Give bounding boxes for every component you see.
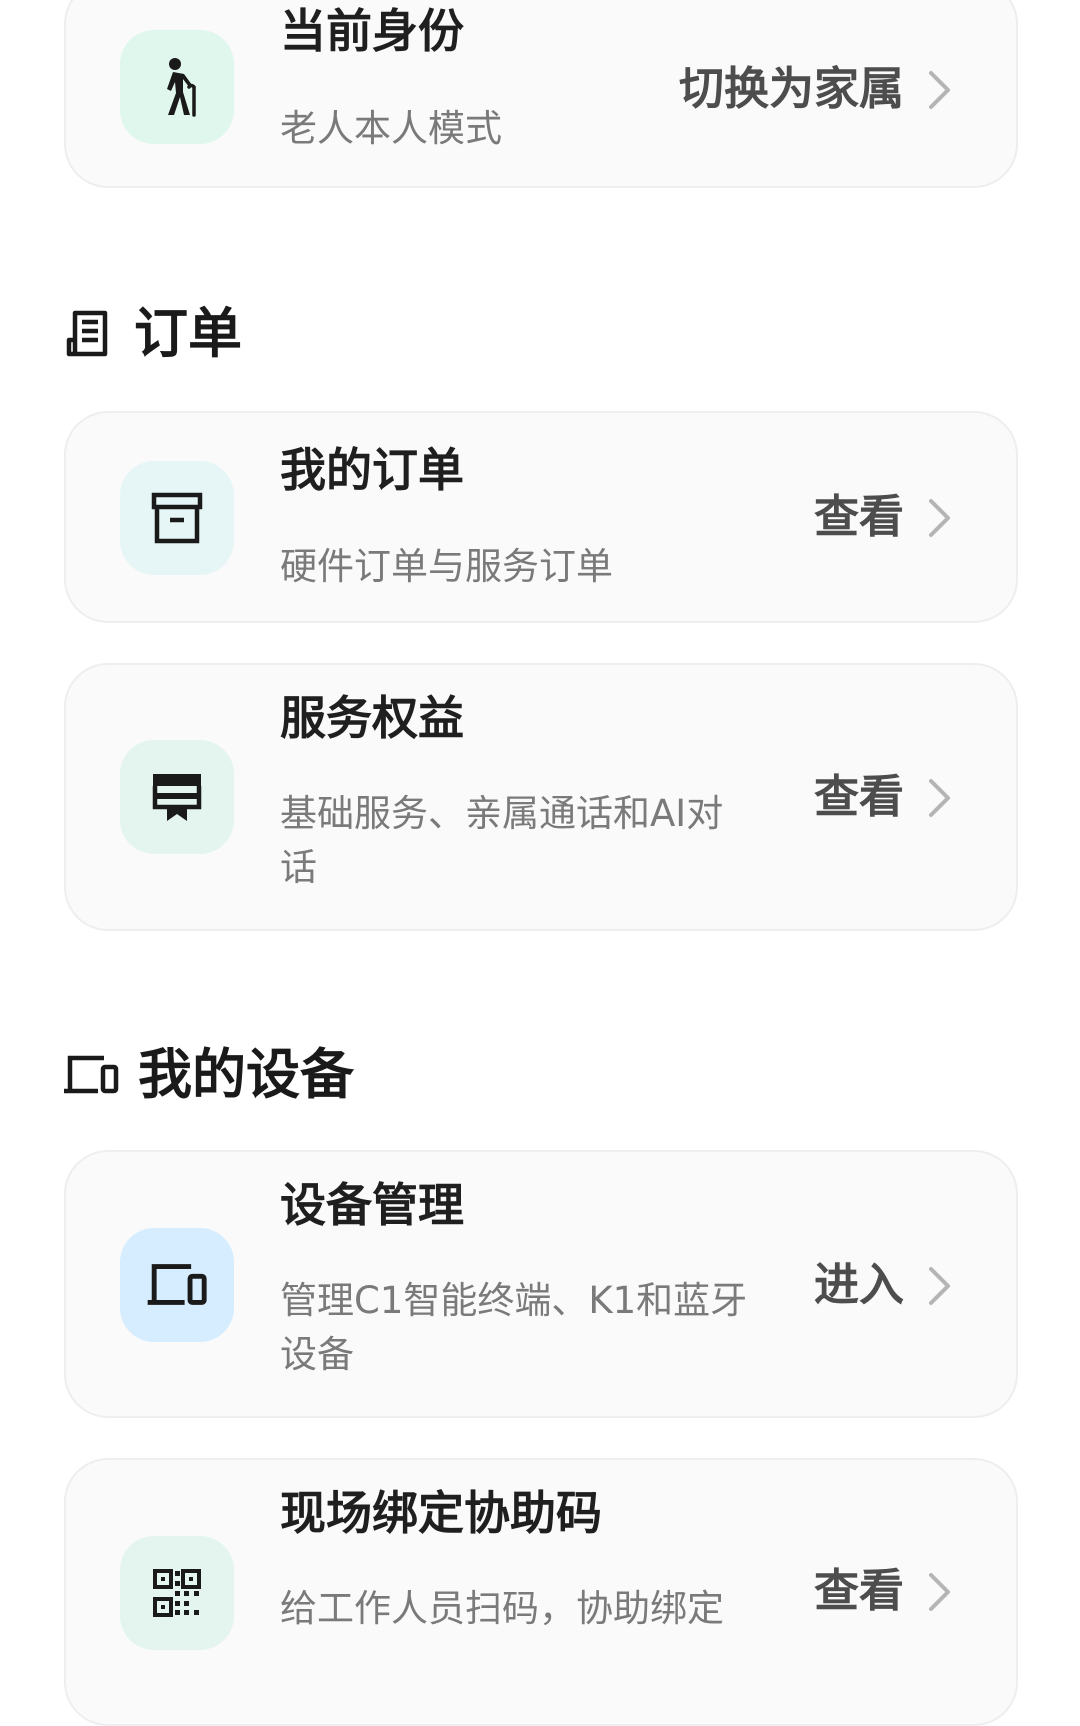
binding-assist-code-card[interactable]: 现场绑定协助码 给工作人员扫码，协助绑定 查看 <box>64 1458 1018 1726</box>
device-management-subtitle: 管理C1智能终端、K1和蓝牙设备 <box>280 1279 748 1376</box>
switch-to-family-button[interactable]: 切换为家属 <box>679 66 904 111</box>
identity-title: 当前身份 <box>280 4 464 58</box>
device-management-icon-box <box>120 1228 234 1342</box>
device-management-title: 设备管理 <box>280 1178 464 1232</box>
qr-code-icon <box>153 1569 201 1617</box>
my-orders-subtitle: 硬件订单与服务订单 <box>280 545 613 588</box>
identity-card[interactable]: 当前身份 老人本人模式 切换为家属 <box>64 0 1018 188</box>
binding-assist-code-icon-box <box>120 1536 234 1650</box>
archive-box-icon <box>151 492 203 544</box>
chevron-right-icon <box>929 499 950 537</box>
my-orders-icon-box <box>120 461 234 575</box>
devices-section-header: 我的设备 <box>62 1048 354 1102</box>
my-orders-card[interactable]: 我的订单 硬件订单与服务订单 查看 <box>64 411 1018 623</box>
my-orders-title: 我的订单 <box>280 443 464 497</box>
device-management-card[interactable]: 设备管理 管理C1智能终端、K1和蓝牙设备 进入 <box>64 1150 1018 1418</box>
binding-assist-code-subtitle: 给工作人员扫码，协助绑定 <box>280 1587 724 1630</box>
chevron-right-icon <box>929 71 950 109</box>
identity-icon-box <box>120 30 234 144</box>
device-management-enter-button[interactable]: 进入 <box>814 1262 904 1307</box>
service-benefits-title: 服务权益 <box>280 691 464 745</box>
elderly-person-icon <box>167 58 196 117</box>
binding-assist-code-title: 现场绑定协助码 <box>280 1486 602 1540</box>
devices-icon <box>64 1055 119 1094</box>
receipt-icon <box>66 310 108 357</box>
devices-icon <box>147 1264 207 1305</box>
chevron-right-icon <box>929 1573 950 1611</box>
service-benefits-subtitle: 基础服务、亲属通话和AI对话 <box>280 792 724 889</box>
ticket-icon <box>152 774 202 821</box>
chevron-right-icon <box>929 1267 950 1305</box>
devices-section-title: 我的设备 <box>138 1043 354 1106</box>
binding-assist-code-view-button[interactable]: 查看 <box>814 1568 904 1613</box>
my-orders-view-button[interactable]: 查看 <box>814 494 904 539</box>
orders-section-header: 订单 <box>62 307 242 361</box>
service-benefits-card[interactable]: 服务权益 基础服务、亲属通话和AI对话 查看 <box>64 663 1018 931</box>
orders-section-title: 订单 <box>134 302 242 365</box>
service-benefits-view-button[interactable]: 查看 <box>814 774 904 819</box>
chevron-right-icon <box>929 779 950 817</box>
service-benefits-icon-box <box>120 740 234 854</box>
